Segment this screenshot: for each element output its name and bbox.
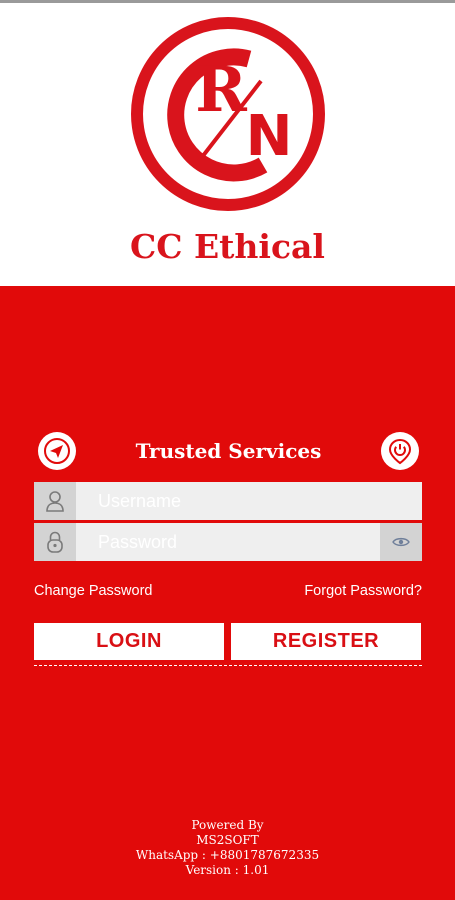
powered-by-text: Powered By xyxy=(191,818,264,832)
login-button[interactable]: LOGIN xyxy=(34,623,224,660)
svg-text:R: R xyxy=(195,53,247,126)
app-name: CC Ethical xyxy=(130,227,325,266)
services-row: Trusted Services xyxy=(38,432,419,472)
forgot-password-link[interactable]: Forgot Password? xyxy=(304,582,422,600)
change-password-link[interactable]: Change Password xyxy=(34,582,153,600)
user-icon xyxy=(34,482,76,520)
login-panel: Trusted Services Username Change Passwor… xyxy=(0,286,455,900)
crn-logo: R N xyxy=(131,17,325,211)
eye-icon[interactable] xyxy=(380,523,422,561)
header: R N CC Ethical xyxy=(0,3,455,286)
svg-text:N: N xyxy=(246,104,293,169)
username-input[interactable] xyxy=(98,482,388,520)
divider xyxy=(34,665,422,666)
power-pin-icon[interactable] xyxy=(381,432,419,470)
register-button[interactable]: REGISTER xyxy=(231,623,421,660)
whatsapp-number: WhatsApp : +8801787672335 xyxy=(135,848,320,862)
footer: Powered By MS2SOFT WhatsApp : +880178767… xyxy=(0,818,455,878)
company-name: MS2SOFT xyxy=(196,833,259,847)
username-field xyxy=(34,482,422,520)
version-text: Version : 1.01 xyxy=(185,863,270,877)
services-title: Trusted Services xyxy=(135,439,322,463)
lock-icon xyxy=(34,523,76,561)
password-field xyxy=(34,523,422,561)
password-input[interactable] xyxy=(98,523,388,561)
